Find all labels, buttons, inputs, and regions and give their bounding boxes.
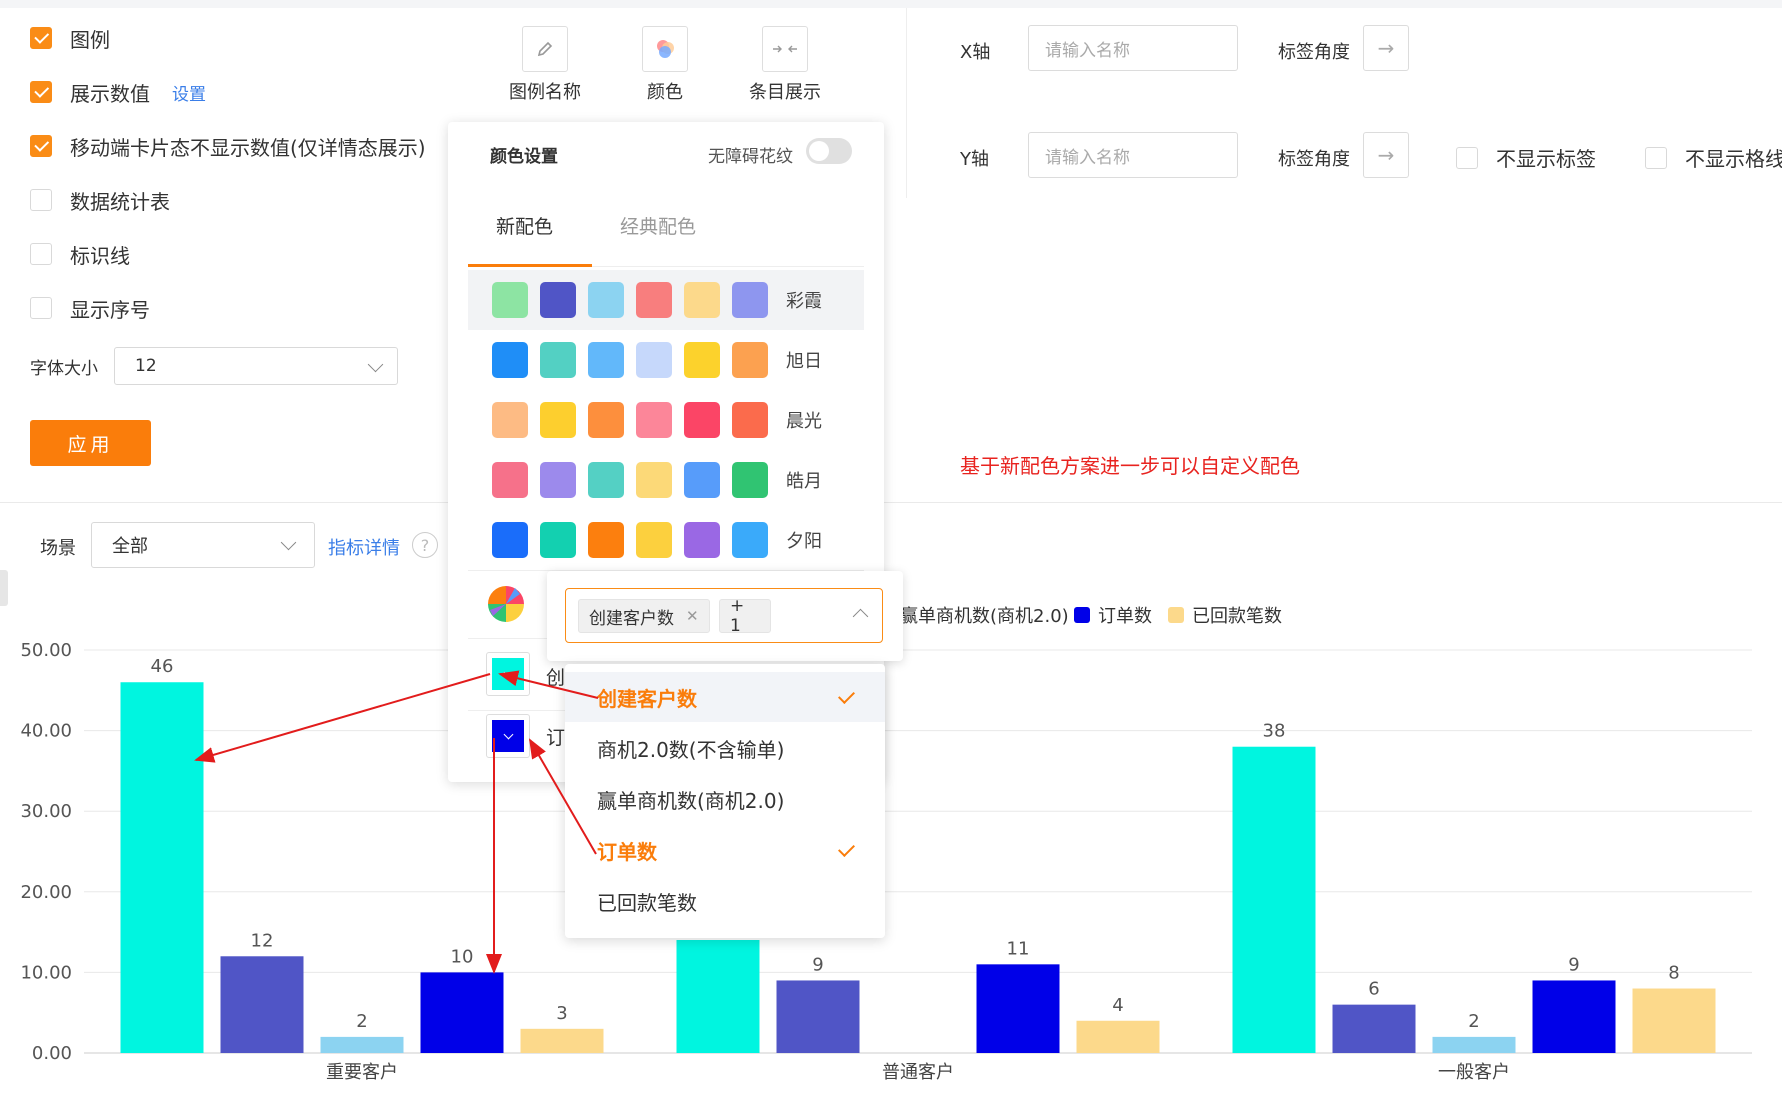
annotation-arrows	[194, 670, 599, 974]
annotation-arrow	[528, 738, 597, 855]
annotation-arrow	[194, 673, 491, 763]
annotation-arrow	[498, 670, 599, 699]
